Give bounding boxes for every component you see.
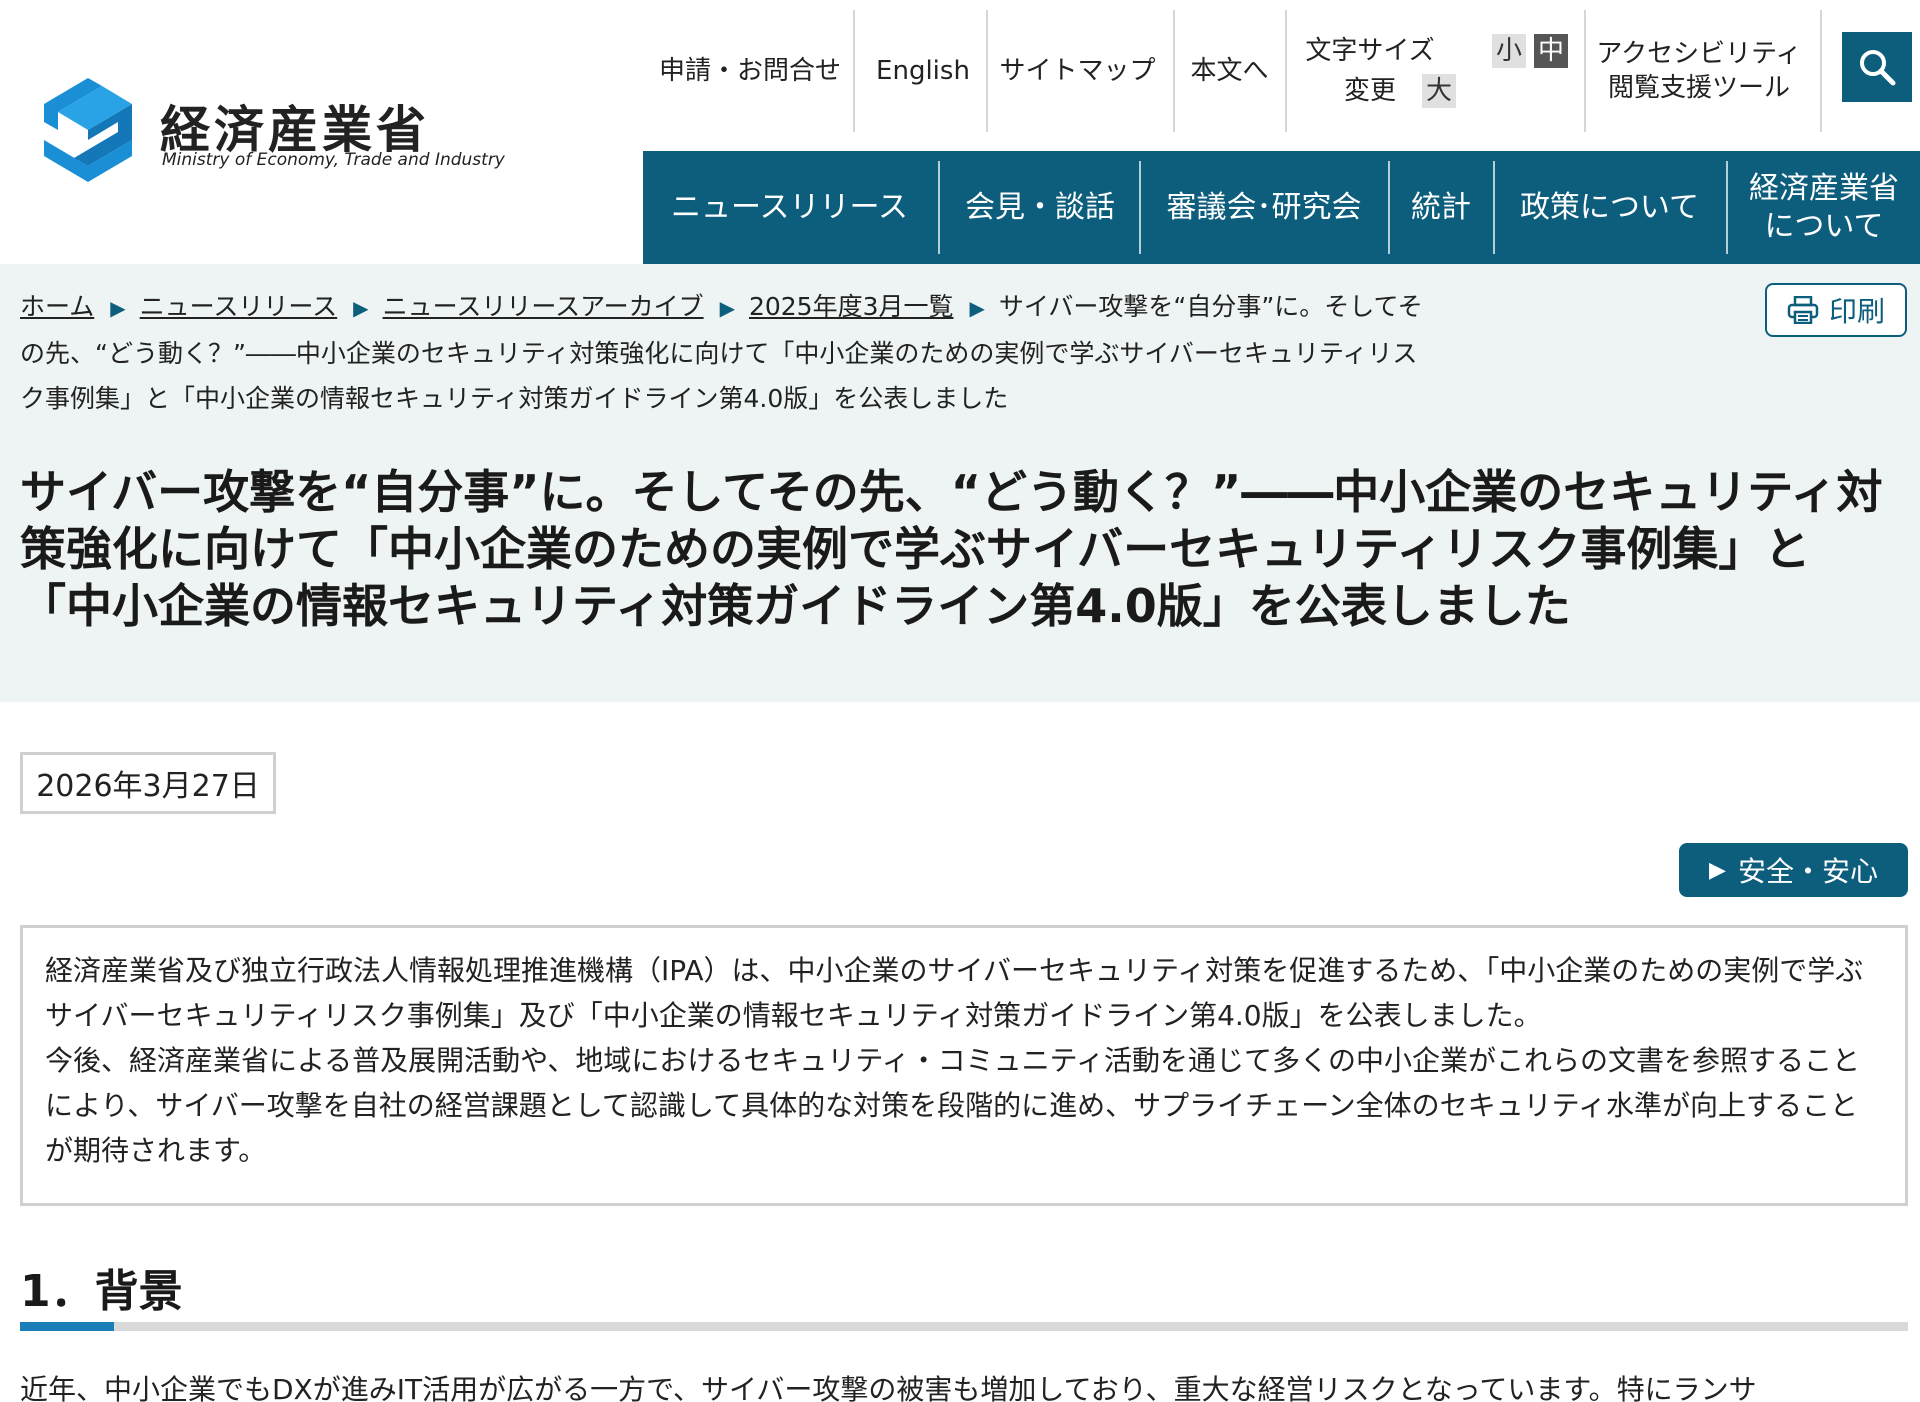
breadcrumb-arrow-icon: ▶: [110, 296, 126, 320]
nav-news-release[interactable]: ニュースリリース: [643, 151, 936, 264]
font-size-medium-button[interactable]: 中: [1534, 34, 1569, 68]
util-divider: [1173, 10, 1175, 132]
print-button[interactable]: 印刷: [1765, 283, 1907, 337]
summary-paragraph: 経済産業省及び独立行政法人情報処理推進機構（IPA）は、中小企業のサイバーセキュ…: [45, 954, 1864, 1032]
site-header: 経済産業省 Ministry of Economy, Trade and Ind…: [0, 0, 1920, 264]
summary-box: 経済産業省及び独立行政法人情報処理推進機構（IPA）は、中小企業のサイバーセキュ…: [20, 925, 1908, 1206]
summary-paragraph: 今後、経済産業省による普及展開活動や、地域におけるセキュリティ・コミュニティ活動…: [45, 1044, 1860, 1167]
font-size-large-button[interactable]: 大: [1422, 74, 1457, 108]
font-size-control: 文字サイズ変更: [1294, 10, 1446, 132]
sitemap-label: サイトマップ: [999, 56, 1156, 86]
util-divider: [1285, 10, 1287, 132]
section-body-text: 近年、中小企業でもDXが進みIT活用が広がる一方で、サイバー攻撃の被害も増加して…: [20, 1373, 1757, 1402]
breadcrumb-archive[interactable]: ニュースリリースアーカイブ: [383, 292, 704, 321]
breadcrumb-arrow-icon: ▶: [719, 296, 735, 320]
english-label: English: [876, 56, 970, 86]
search-icon: [1860, 50, 1896, 86]
english-link[interactable]: English: [862, 10, 984, 132]
font-size-buttons: 小 中: [1492, 34, 1569, 68]
print-label: 印刷: [1828, 295, 1885, 328]
breadcrumb-news-release[interactable]: ニュースリリース: [140, 292, 338, 321]
breadcrumb: ホーム ▶ ニュースリリース ▶ ニュースリリースアーカイブ ▶ 2025年度3月一覧 ▶ サイ…: [20, 284, 1440, 421]
section-underline: [20, 1322, 1908, 1331]
font-size-large-wrap: 大: [1422, 74, 1457, 108]
util-divider: [853, 10, 855, 132]
search-button[interactable]: [1842, 32, 1912, 102]
site-logo[interactable]: 経済産業省 Ministry of Economy, Trade and Ind…: [36, 70, 505, 190]
breadcrumb-arrow-icon: ▶: [353, 296, 369, 320]
nav-about-meti[interactable]: 経済産業省について: [1728, 151, 1920, 264]
nav-label: 統計: [1411, 189, 1471, 225]
nav-label: ニュースリリース: [671, 189, 908, 225]
util-divider: [1820, 10, 1822, 132]
skip-to-main-label: 本文へ: [1190, 56, 1269, 86]
section-heading: 1．背景: [20, 1266, 183, 1317]
nav-label: 会見・談話: [965, 189, 1115, 225]
page-title: サイバー攻撃を“自分事”に。そしてその先、“どう動く？”――中小企業のセキュリテ…: [20, 465, 1883, 633]
accessibility-tool-link[interactable]: アクセシビリティ閲覧支援ツール: [1594, 10, 1804, 132]
triangle-right-icon: ▶: [1709, 857, 1726, 883]
font-size-label: 文字サイズ変更: [1305, 36, 1435, 106]
accessibility-label: アクセシビリティ閲覧支援ツール: [1596, 39, 1802, 103]
nav-label: 経済産業省について: [1749, 170, 1899, 244]
util-divider: [1584, 10, 1586, 132]
nav-policies[interactable]: 政策について: [1495, 151, 1724, 264]
nav-label: 政策について: [1519, 189, 1700, 225]
main-nav: ニュースリリース 会見・談話 審議会･研究会 統計 政策について 経済産業省につ…: [643, 151, 1920, 264]
category-tag-label: 安全・安心: [1737, 855, 1878, 888]
printer-icon: [1787, 296, 1819, 324]
breadcrumb-month-list[interactable]: 2025年度3月一覧: [749, 292, 954, 321]
nav-press-conference[interactable]: 会見・談話: [940, 151, 1140, 264]
title-band: ホーム ▶ ニュースリリース ▶ ニュースリリースアーカイブ ▶ 2025年度3月一覧 ▶ サイ…: [0, 264, 1920, 702]
apply-contact-label: 申請・お問合せ: [658, 56, 841, 86]
util-divider: [986, 10, 988, 132]
breadcrumb-home[interactable]: ホーム: [20, 292, 94, 321]
logo-name-en: Ministry of Economy, Trade and Industry: [162, 150, 505, 170]
apply-contact-link[interactable]: 申請・お問合せ: [655, 10, 845, 132]
category-tag-button[interactable]: ▶ 安全・安心: [1679, 843, 1908, 897]
section-underline-accent: [20, 1322, 114, 1331]
breadcrumb-arrow-icon: ▶: [969, 296, 985, 320]
nav-statistics[interactable]: 統計: [1390, 151, 1492, 264]
skip-to-main-link[interactable]: 本文へ: [1182, 10, 1277, 132]
sitemap-link[interactable]: サイトマップ: [995, 10, 1160, 132]
meti-logo-icon: [44, 78, 132, 182]
publish-date: 2026年3月27日: [20, 752, 276, 814]
nav-label: 審議会･研究会: [1166, 189, 1362, 225]
nav-councils[interactable]: 審議会･研究会: [1141, 151, 1387, 264]
font-size-small-button[interactable]: 小: [1492, 34, 1527, 68]
